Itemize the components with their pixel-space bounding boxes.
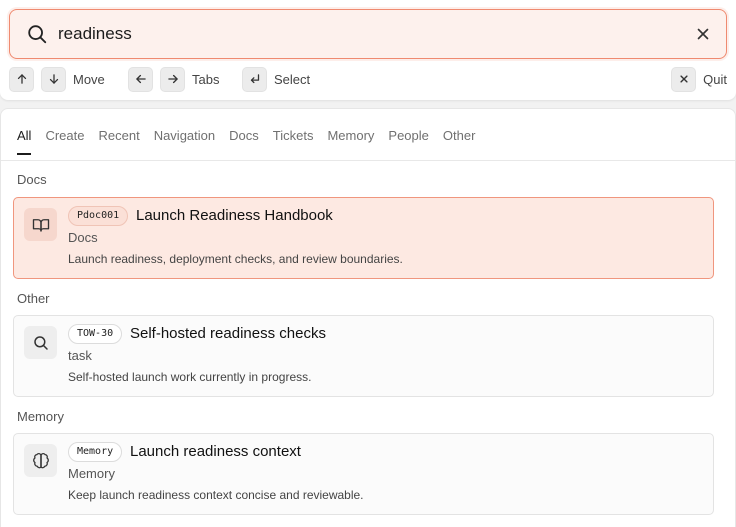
results-panel: All Create Recent Navigation Docs Ticket… (0, 108, 736, 527)
id-badge: Pdoc001 (68, 206, 129, 226)
hint-quit: Quit (671, 66, 727, 92)
tab-recent[interactable]: Recent (98, 127, 139, 155)
result-item-memory[interactable]: Memory Launch readiness context Memory K… (13, 433, 714, 515)
tab-docs[interactable]: Docs (229, 127, 259, 155)
hint-tabs: Tabs (128, 66, 220, 92)
id-badge: Memory (68, 442, 123, 462)
close-icon[interactable] (694, 25, 712, 43)
id-badge: TOW-30 (68, 324, 123, 344)
result-item-docs[interactable]: Pdoc001 Launch Readiness Handbook Docs L… (13, 197, 714, 279)
result-title: Self-hosted readiness checks (130, 325, 326, 342)
hint-select-label: Select (274, 71, 311, 87)
section-title-docs: Docs (17, 172, 47, 187)
close-icon[interactable] (671, 66, 697, 92)
hint-select: Select (242, 66, 311, 92)
tab-all[interactable]: All (17, 127, 32, 155)
result-category: Memory (68, 466, 115, 481)
book-open-icon (24, 208, 57, 241)
hint-move: Move (9, 66, 105, 92)
divider (1, 160, 735, 161)
tab-create[interactable]: Create (45, 127, 84, 155)
tab-memory[interactable]: Memory (327, 127, 374, 155)
hint-tabs-label: Tabs (192, 71, 220, 87)
result-title: Launch Readiness Handbook (136, 207, 333, 224)
tab-tickets[interactable]: Tickets (273, 127, 314, 155)
filter-tabs: All Create Recent Navigation Docs Ticket… (17, 127, 489, 157)
section-title-other: Other (17, 291, 50, 306)
keyboard-hints: Move Tabs Select Quit (9, 66, 727, 92)
result-description: Self-hosted launch work currently in pro… (68, 370, 312, 384)
search-input[interactable] (58, 20, 678, 48)
search-icon (24, 326, 57, 359)
tab-other[interactable]: Other (443, 127, 476, 155)
arrow-left-icon[interactable] (128, 66, 153, 92)
tab-people[interactable]: People (388, 127, 428, 155)
hint-move-label: Move (73, 71, 105, 87)
hint-quit-label: Quit (703, 71, 727, 87)
tab-navigation[interactable]: Navigation (154, 127, 215, 155)
result-category: task (68, 348, 92, 363)
arrow-right-icon[interactable] (160, 66, 185, 92)
arrow-up-icon[interactable] (9, 66, 34, 92)
result-description: Keep launch readiness context concise an… (68, 488, 364, 502)
result-title: Launch readiness context (130, 443, 301, 460)
result-description: Launch readiness, deployment checks, and… (68, 252, 403, 266)
brain-icon (24, 444, 57, 477)
search-icon (28, 25, 47, 44)
section-title-memory: Memory (17, 409, 64, 424)
command-palette-header: Move Tabs Select Quit (0, 0, 736, 100)
result-item-other[interactable]: TOW-30 Self-hosted readiness checks task… (13, 315, 714, 397)
search-box[interactable] (9, 9, 727, 59)
enter-icon[interactable] (242, 66, 267, 92)
arrow-down-icon[interactable] (41, 66, 66, 92)
result-category: Docs (68, 230, 98, 245)
